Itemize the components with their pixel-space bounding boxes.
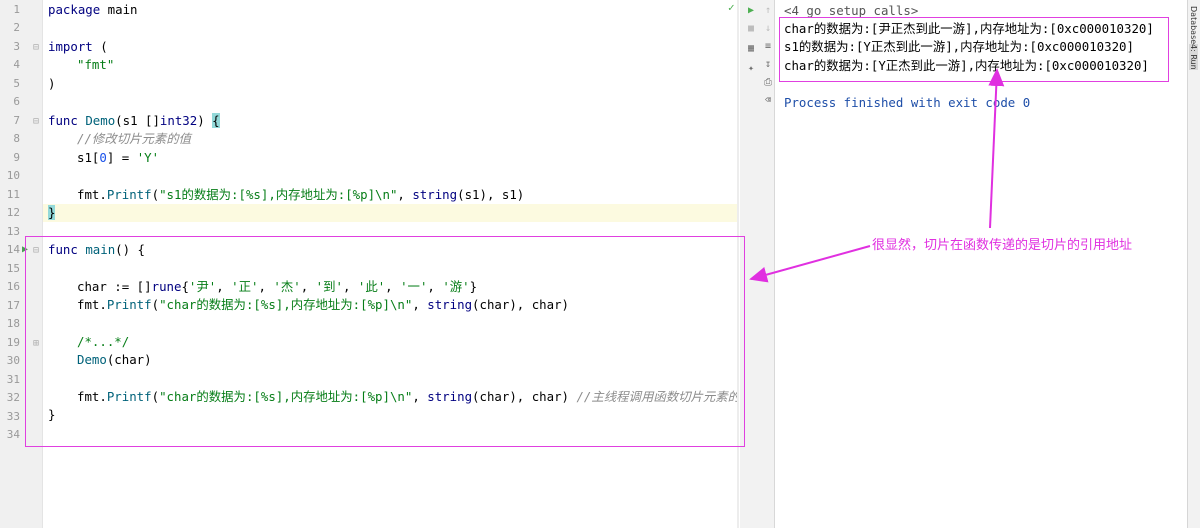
database-tab[interactable]: Database bbox=[1189, 6, 1198, 44]
line-number: 14 bbox=[6, 243, 20, 256]
console-output-highlight-box bbox=[779, 17, 1169, 82]
current-line-highlight bbox=[43, 204, 737, 222]
line-number: 3 bbox=[13, 40, 20, 53]
line-number: 34 bbox=[6, 428, 20, 441]
soft-wrap-icon[interactable]: ≡ bbox=[761, 40, 775, 54]
line-number: 19 bbox=[6, 336, 20, 349]
code-line-4: "fmt" bbox=[77, 57, 115, 72]
main-function-highlight-box bbox=[25, 236, 745, 447]
line-number: 13 bbox=[6, 225, 20, 238]
run-tab[interactable]: 4: Run bbox=[1189, 44, 1198, 70]
rerun-icon[interactable]: ▶ bbox=[744, 4, 758, 18]
line-number: 11 bbox=[6, 188, 20, 201]
line-number: 15 bbox=[6, 262, 20, 275]
line-number: 2 bbox=[13, 21, 20, 34]
code-line-3: import ( bbox=[48, 39, 108, 54]
line-number: 4 bbox=[13, 58, 20, 71]
annotation-text: 很显然，切片在函数传递的是切片的引用地址 bbox=[872, 238, 1133, 253]
pin-icon[interactable]: ✦ bbox=[744, 62, 758, 76]
line-number: 10 bbox=[6, 169, 20, 182]
line-number: 17 bbox=[6, 299, 20, 312]
line-number: 1 bbox=[13, 3, 20, 16]
down-arrow-icon[interactable]: ↓ bbox=[761, 22, 775, 36]
line-number: 30 bbox=[6, 354, 20, 367]
code-line-11: fmt.Printf("s1的数据为:[%s],内存地址为:[%p]\n", s… bbox=[77, 187, 525, 202]
up-arrow-icon[interactable]: ↑ bbox=[761, 4, 775, 18]
check-icon: ✓ bbox=[728, 1, 735, 14]
line-number: 12 bbox=[6, 206, 20, 219]
line-number: 16 bbox=[6, 280, 20, 293]
line-number: 18 bbox=[6, 317, 20, 330]
console-process-finished: Process finished with exit code 0 bbox=[784, 95, 1031, 110]
code-line-8: //修改切片元素的值 bbox=[77, 131, 192, 146]
code-line-5: ) bbox=[48, 76, 56, 91]
print-icon[interactable]: ⎙ bbox=[761, 76, 775, 90]
code-line-1: package main bbox=[48, 2, 138, 17]
line-number: 5 bbox=[13, 77, 20, 90]
code-line-7: func Demo(s1 []int32) { bbox=[48, 113, 220, 128]
code-line-9: s1[0] = 'Y' bbox=[77, 150, 160, 165]
line-number: 8 bbox=[13, 132, 20, 145]
stop-icon[interactable]: ■ bbox=[744, 22, 758, 36]
line-number: 6 bbox=[13, 95, 20, 108]
line-number: 31 bbox=[6, 373, 20, 386]
layout-icon[interactable]: ▦ bbox=[744, 42, 758, 56]
fold-icon[interactable]: ⊟ bbox=[33, 42, 39, 53]
fold-icon[interactable]: ⊟ bbox=[33, 116, 39, 127]
line-number: 32 bbox=[6, 391, 20, 404]
right-tool-strip: Database 4: Run bbox=[1187, 0, 1200, 528]
scroll-to-end-icon[interactable]: ↧ bbox=[761, 58, 775, 72]
run-toolbar: ▶ ↑ ■ ↓ ≡ ▦ ↧ ✦ ⎙ ⌫ bbox=[740, 0, 775, 528]
line-number: 9 bbox=[13, 151, 20, 164]
code-line-12: } bbox=[48, 205, 56, 220]
line-number: 33 bbox=[6, 410, 20, 423]
trash-icon[interactable]: ⌫ bbox=[761, 94, 775, 108]
line-number: 7 bbox=[13, 114, 20, 127]
